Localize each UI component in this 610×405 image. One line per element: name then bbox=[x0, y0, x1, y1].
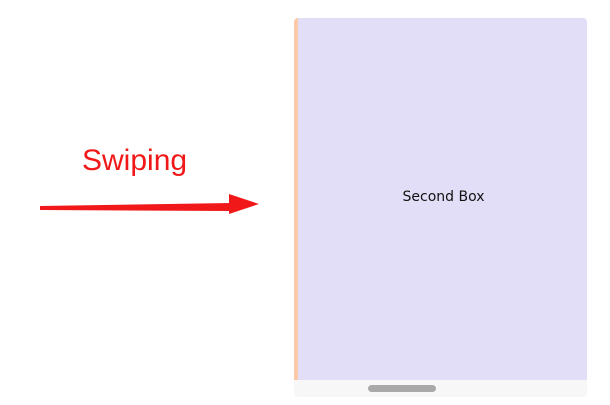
second-box-label: Second Box bbox=[402, 189, 485, 205]
horizontal-scrollbar[interactable] bbox=[294, 380, 587, 397]
second-box-card: Second Box bbox=[298, 18, 587, 380]
scrollbar-thumb[interactable] bbox=[368, 385, 436, 392]
horizontal-scroll-container[interactable]: Second Box bbox=[294, 18, 587, 397]
swiping-annotation-label: Swiping bbox=[82, 144, 188, 177]
